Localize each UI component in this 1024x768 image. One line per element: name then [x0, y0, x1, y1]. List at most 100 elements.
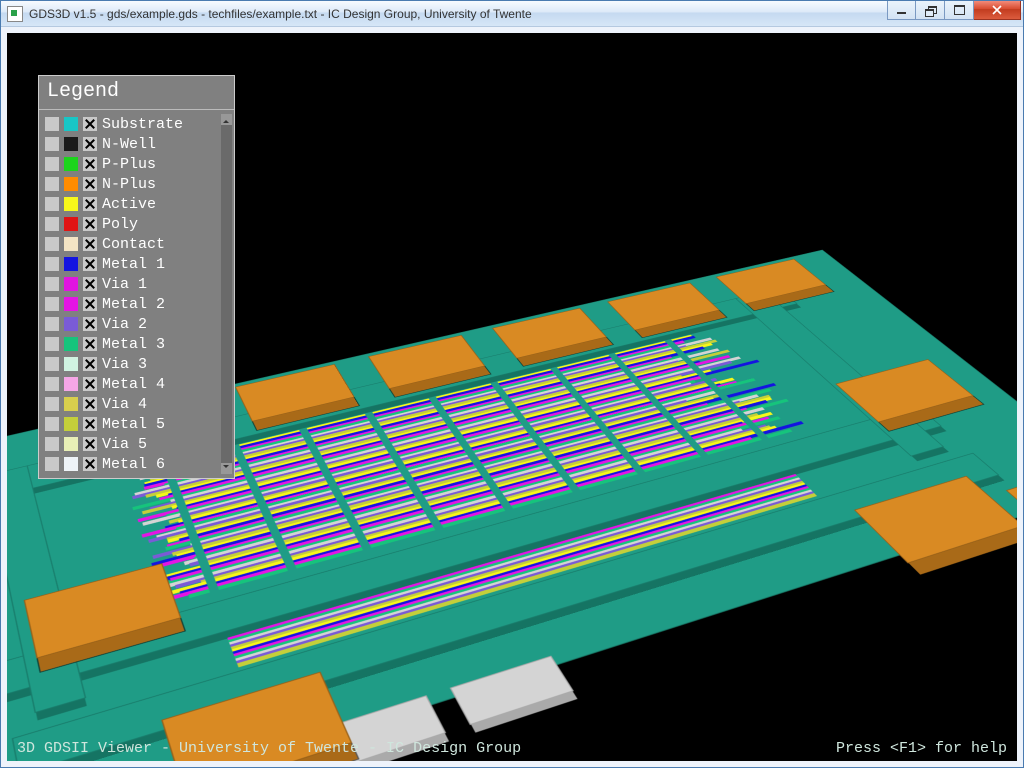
visibility-checkbox[interactable] — [45, 177, 59, 191]
layer-color-swatch[interactable] — [64, 337, 78, 351]
visibility-checkbox[interactable] — [45, 277, 59, 291]
legend-row[interactable]: Via 3 — [45, 354, 230, 374]
layer-label: Active — [102, 196, 156, 213]
layer-color-swatch[interactable] — [64, 117, 78, 131]
layer-checkbox[interactable] — [83, 137, 97, 151]
layer-label: Metal 4 — [102, 376, 165, 393]
legend-row[interactable]: Metal 2 — [45, 294, 230, 314]
legend-row[interactable]: Poly — [45, 214, 230, 234]
visibility-checkbox[interactable] — [45, 137, 59, 151]
legend-row[interactable]: N-Plus — [45, 174, 230, 194]
layer-label: Via 2 — [102, 316, 147, 333]
layer-color-swatch[interactable] — [64, 217, 78, 231]
legend-row[interactable]: Contact — [45, 234, 230, 254]
layer-checkbox[interactable] — [83, 237, 97, 251]
visibility-checkbox[interactable] — [45, 237, 59, 251]
layer-checkbox[interactable] — [83, 457, 97, 471]
titlebar[interactable]: GDS3D v1.5 - gds/example.gds - techfiles… — [1, 1, 1023, 27]
legend-panel[interactable]: Legend Substrate N-WellP-PlusN-Plus Active… — [38, 75, 235, 479]
window-title: GDS3D v1.5 - gds/example.gds - techfiles… — [29, 7, 532, 21]
layer-checkbox[interactable] — [83, 357, 97, 371]
layer-label: Via 5 — [102, 436, 147, 453]
legend-scrollbar[interactable] — [221, 114, 232, 474]
layer-color-swatch[interactable] — [64, 317, 78, 331]
legend-row[interactable]: Metal 5 — [45, 414, 230, 434]
layer-checkbox[interactable] — [83, 417, 97, 431]
restore-button[interactable] — [916, 1, 945, 20]
layer-checkbox[interactable] — [83, 177, 97, 191]
minimize-button[interactable] — [887, 1, 916, 20]
layer-color-swatch[interactable] — [64, 357, 78, 371]
layer-color-swatch[interactable] — [64, 417, 78, 431]
layer-color-swatch[interactable] — [64, 377, 78, 391]
legend-row[interactable]: Via 5 — [45, 434, 230, 454]
layer-checkbox[interactable] — [83, 257, 97, 271]
visibility-checkbox[interactable] — [45, 377, 59, 391]
visibility-checkbox[interactable] — [45, 357, 59, 371]
scroll-up-icon[interactable] — [221, 114, 232, 125]
layer-checkbox[interactable] — [83, 117, 97, 131]
layer-color-swatch[interactable] — [64, 157, 78, 171]
close-button[interactable] — [974, 1, 1021, 20]
layer-label: Via 4 — [102, 396, 147, 413]
layer-label: N-Well — [102, 136, 156, 153]
legend-row[interactable]: Via 2 — [45, 314, 230, 334]
layer-label: Metal 2 — [102, 296, 165, 313]
layer-color-swatch[interactable] — [64, 197, 78, 211]
layer-color-swatch[interactable] — [64, 397, 78, 411]
layer-checkbox[interactable] — [83, 217, 97, 231]
layer-label: Metal 3 — [102, 336, 165, 353]
window-buttons — [887, 1, 1021, 20]
visibility-checkbox[interactable] — [45, 297, 59, 311]
legend-row[interactable]: Metal 6 — [45, 454, 230, 474]
visibility-checkbox[interactable] — [45, 417, 59, 431]
legend-title: Legend — [39, 76, 234, 110]
app-icon — [7, 6, 23, 22]
layer-color-swatch[interactable] — [64, 177, 78, 191]
layer-label: Poly — [102, 216, 138, 233]
app-window: GDS3D v1.5 - gds/example.gds - techfiles… — [0, 0, 1024, 768]
legend-row[interactable]: Metal 4 — [45, 374, 230, 394]
layer-checkbox[interactable] — [83, 277, 97, 291]
visibility-checkbox[interactable] — [45, 257, 59, 271]
layer-checkbox[interactable] — [83, 197, 97, 211]
layer-color-swatch[interactable] — [64, 277, 78, 291]
visibility-checkbox[interactable] — [45, 457, 59, 471]
layer-color-swatch[interactable] — [64, 297, 78, 311]
layer-color-swatch[interactable] — [64, 437, 78, 451]
visibility-checkbox[interactable] — [45, 217, 59, 231]
visibility-checkbox[interactable] — [45, 197, 59, 211]
status-right: Press <F1> for help — [836, 740, 1007, 757]
visibility-checkbox[interactable] — [45, 317, 59, 331]
layer-checkbox[interactable] — [83, 397, 97, 411]
visibility-checkbox[interactable] — [45, 117, 59, 131]
viewport-3d[interactable]: Legend Substrate N-WellP-PlusN-Plus Active… — [7, 33, 1017, 761]
legend-row[interactable]: Active — [45, 194, 230, 214]
visibility-checkbox[interactable] — [45, 397, 59, 411]
legend-row[interactable]: Via 1 — [45, 274, 230, 294]
layer-color-swatch[interactable] — [64, 237, 78, 251]
layer-checkbox[interactable] — [83, 157, 97, 171]
layer-checkbox[interactable] — [83, 297, 97, 311]
layer-checkbox[interactable] — [83, 437, 97, 451]
legend-row[interactable]: Metal 1 — [45, 254, 230, 274]
maximize-button[interactable] — [945, 1, 974, 20]
layer-color-swatch[interactable] — [64, 457, 78, 471]
layer-label: Metal 1 — [102, 256, 165, 273]
visibility-checkbox[interactable] — [45, 437, 59, 451]
layer-label: Substrate — [102, 116, 183, 133]
legend-row[interactable]: N-Well — [45, 134, 230, 154]
layer-checkbox[interactable] — [83, 317, 97, 331]
legend-row[interactable]: P-Plus — [45, 154, 230, 174]
layer-checkbox[interactable] — [83, 377, 97, 391]
layer-label: Via 1 — [102, 276, 147, 293]
legend-row[interactable]: Metal 3 — [45, 334, 230, 354]
legend-row[interactable]: Via 4 — [45, 394, 230, 414]
visibility-checkbox[interactable] — [45, 157, 59, 171]
visibility-checkbox[interactable] — [45, 337, 59, 351]
scroll-down-icon[interactable] — [221, 463, 232, 474]
legend-row[interactable]: Substrate — [45, 114, 230, 134]
layer-checkbox[interactable] — [83, 337, 97, 351]
layer-color-swatch[interactable] — [64, 257, 78, 271]
layer-color-swatch[interactable] — [64, 137, 78, 151]
